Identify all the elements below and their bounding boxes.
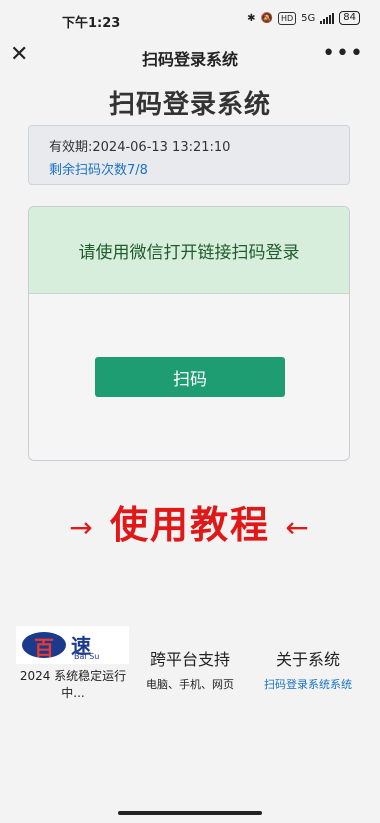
hd-icon: HD: [277, 11, 297, 25]
bluetooth-icon: ✱: [247, 12, 256, 24]
system-status: 2024 系统稳定运行中...: [19, 669, 127, 700]
cross-platform-sub: 电脑、手机、网页: [146, 678, 234, 691]
nav-bar: ✕ 扫码登录系统 •••: [0, 38, 380, 74]
arrow-left-icon: ←: [285, 511, 311, 544]
page-title: 扫码登录系统: [108, 90, 271, 120]
tutorial-text: 使用教程: [109, 503, 270, 547]
expiry-text: 有效期:2024-06-13 13:21:10: [49, 140, 231, 155]
home-indicator[interactable]: [118, 811, 262, 815]
about-title: 关于系统: [275, 650, 340, 669]
mute-icon: 🔕: [260, 12, 273, 24]
about-link[interactable]: 扫码登录系统系统: [256, 676, 360, 692]
scan-button[interactable]: 扫码: [95, 357, 285, 397]
cross-platform-section: 跨平台支持 电脑、手机、网页: [140, 646, 240, 692]
cross-platform-title: 跨平台支持: [149, 650, 230, 669]
tutorial-link[interactable]: → 使用教程 ←: [0, 494, 380, 549]
scan-card: 请使用微信打开链接扫码登录 扫码: [28, 206, 350, 461]
remaining-scans-text: 剩余扫码次数7/8: [49, 163, 148, 178]
footer: 百 速 Bai Su 2024 系统稳定运行中... 跨平台支持 电脑、手机、网…: [0, 626, 380, 736]
signal-icon: [320, 12, 335, 24]
wechat-notice: 请使用微信打开链接扫码登录: [29, 207, 349, 294]
battery-icon: 84: [339, 11, 360, 25]
status-time: 下午1:23: [62, 16, 121, 31]
more-icon[interactable]: •••: [322, 41, 364, 66]
logo-char-1: 百: [34, 636, 54, 660]
about-section: 关于系统 扫码登录系统系统: [256, 646, 360, 692]
logo: 百 速 Bai Su: [16, 626, 129, 664]
logo-subtext: Bai Su: [74, 652, 100, 661]
network-label: 5G: [301, 12, 316, 24]
arrow-right-icon: →: [69, 511, 95, 544]
info-card: 有效期:2024-06-13 13:21:10 剩余扫码次数7/8: [28, 125, 350, 185]
status-icons: ✱ 🔕 HD 5G 84: [247, 11, 360, 25]
status-bar: 下午1:23 ✱ 🔕 HD 5G 84: [0, 0, 380, 38]
